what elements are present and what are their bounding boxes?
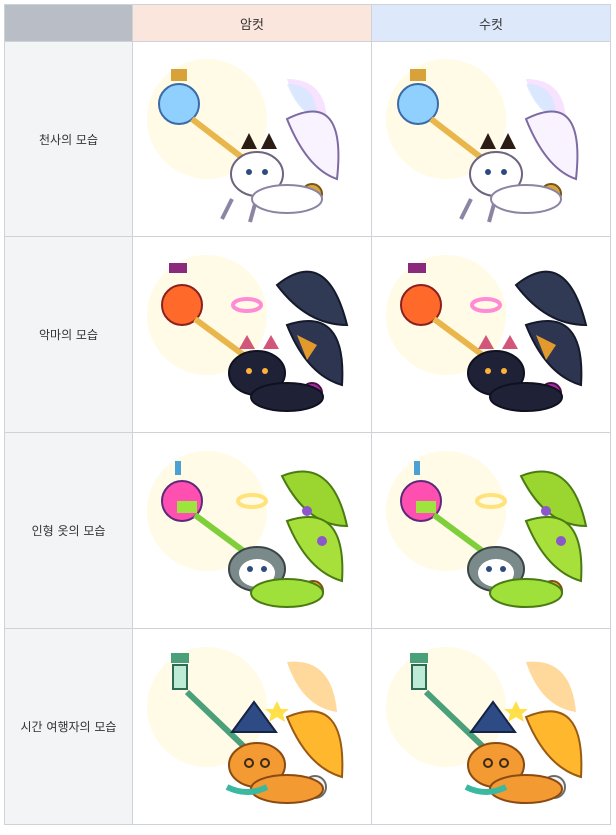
devil-cat-pet-icon: [137, 245, 367, 425]
devil-female-image: [132, 236, 372, 433]
table-header-corner: [4, 4, 133, 42]
time-traveler-cat-pet-icon: [137, 637, 367, 817]
time-traveler-cat-pet-icon: [376, 637, 606, 817]
devil-cat-pet-icon: [376, 245, 606, 425]
pet-appearance-table: 암컷 수컷 천사의 모습 악마의 모습 인형 옷의 모습 시간 여행자의 모습: [4, 4, 611, 825]
row-label-devil: 악마의 모습: [4, 236, 133, 433]
devil-male-image: [371, 236, 611, 433]
table-row: 천사의 모습: [4, 41, 611, 237]
doll-female-image: [132, 432, 372, 629]
table-row: 시간 여행자의 모습: [4, 628, 611, 825]
time-traveler-male-image: [371, 628, 611, 825]
table-header-row: 암컷 수컷: [4, 4, 611, 42]
angel-female-image: [132, 41, 372, 237]
row-label-doll: 인형 옷의 모습: [4, 432, 133, 629]
time-traveler-female-image: [132, 628, 372, 825]
row-label-time-traveler: 시간 여행자의 모습: [4, 628, 133, 825]
row-label-angel: 천사의 모습: [4, 41, 133, 237]
table-row: 악마의 모습: [4, 236, 611, 433]
angel-male-image: [371, 41, 611, 237]
table-header-female: 암컷: [132, 4, 372, 42]
table-header-male: 수컷: [371, 4, 611, 42]
doll-costume-cat-pet-icon: [376, 441, 606, 621]
angel-cat-pet-icon: [137, 49, 367, 229]
doll-costume-cat-pet-icon: [137, 441, 367, 621]
doll-male-image: [371, 432, 611, 629]
table-row: 인형 옷의 모습: [4, 432, 611, 629]
angel-cat-pet-icon: [376, 49, 606, 229]
